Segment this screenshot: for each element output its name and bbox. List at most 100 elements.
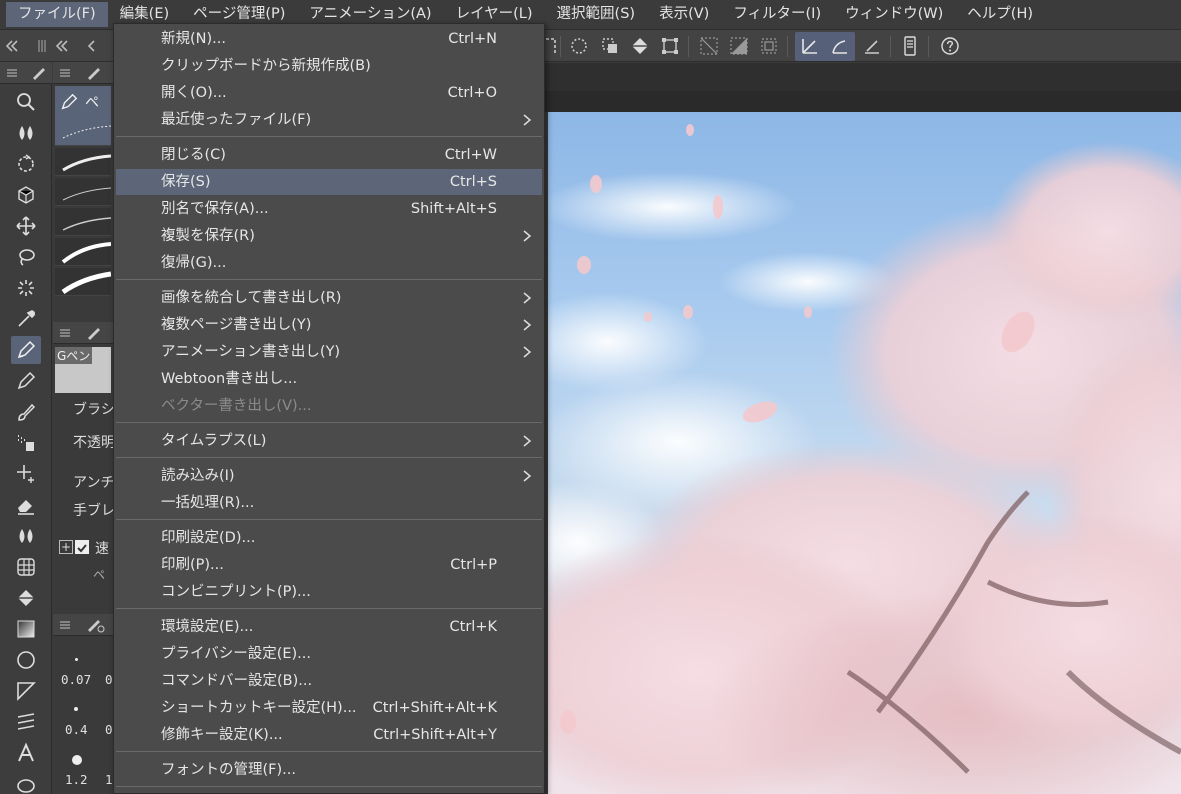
- menu-item-batch-process[interactable]: 一括処理(R)...: [116, 490, 542, 516]
- brush-preset-item[interactable]: [55, 148, 112, 176]
- magic-wand-tool-icon[interactable]: [11, 274, 41, 302]
- brush-size-value[interactable]: 0.4: [65, 722, 88, 737]
- sub-tool-tab-pen[interactable]: ペ: [55, 86, 111, 118]
- menu-item-modifier-key-settings[interactable]: 修飾キー設定(K)... Ctrl+Shift+Alt+Y: [116, 722, 542, 748]
- file-menu-dropdown: 新規(N)... Ctrl+N クリップボードから新規作成(B) 開く(O)...…: [113, 23, 545, 794]
- menu-item-preferences[interactable]: 環境設定(E)... Ctrl+K: [116, 614, 542, 640]
- snap-curve-icon[interactable]: [828, 34, 852, 58]
- ruler-snap-icon[interactable]: [697, 34, 721, 58]
- tablet-icon[interactable]: [898, 34, 922, 58]
- figure-tool-icon[interactable]: [11, 553, 41, 581]
- snap-special-ruler-icon[interactable]: [860, 34, 884, 58]
- menu-separator: [116, 608, 542, 609]
- sub-tool-header: [53, 62, 113, 84]
- menu-item-open[interactable]: 開く(O)... Ctrl+O: [116, 80, 542, 106]
- menu-item-import[interactable]: 読み込み(I): [116, 463, 542, 489]
- menu-item-export-single-layer[interactable]: 画像を統合して書き出し(R): [116, 285, 542, 311]
- object-tool-icon[interactable]: [11, 181, 41, 209]
- menu-item-revert[interactable]: 復帰(G)...: [116, 250, 542, 276]
- brush-size-value[interactable]: 1: [105, 772, 113, 787]
- transform-icon[interactable]: [658, 34, 682, 58]
- gradient-tool-icon[interactable]: [11, 615, 41, 643]
- canvas[interactable]: [548, 112, 1181, 794]
- menu-item-privacy-settings[interactable]: プライバシー設定(E)...: [116, 641, 542, 667]
- menu-item-command-bar-settings[interactable]: コマンドバー設定(B)...: [116, 668, 542, 694]
- menu-item-export-multiple-pages[interactable]: 複数ページ書き出し(Y): [116, 312, 542, 338]
- menu-item-recent-files[interactable]: 最近使ったファイル(F): [116, 107, 542, 133]
- blend-tool-icon[interactable]: [11, 522, 41, 550]
- menu-item-timelapse[interactable]: タイムラプス(L): [116, 428, 542, 454]
- snap-ruler-icon[interactable]: [798, 34, 822, 58]
- check-icon: [77, 544, 87, 553]
- brush-size-value[interactable]: 0.07: [61, 672, 91, 687]
- brush-preset-item[interactable]: [55, 268, 112, 296]
- brush-tool-icon[interactable]: [11, 398, 41, 426]
- menu-separator: [116, 422, 542, 423]
- ellipse-tool-icon[interactable]: [11, 646, 41, 674]
- decoration-tool-icon[interactable]: [11, 460, 41, 488]
- blend-tool-icon[interactable]: [11, 119, 41, 147]
- collapse-left-icon[interactable]: [0, 34, 24, 58]
- menu-item-new-from-clipboard[interactable]: クリップボードから新規作成(B): [116, 53, 542, 79]
- menu-item-manage-fonts[interactable]: フォントの管理(F)...: [116, 757, 542, 783]
- menu-item-save-as[interactable]: 別名で保存(A)... Shift+Alt+S: [116, 196, 542, 222]
- app-window: ファイル(F) 編集(E) ページ管理(P) アニメーション(A) レイヤー(L…: [0, 0, 1181, 794]
- menu-item-save[interactable]: 保存(S) Ctrl+S: [116, 169, 542, 195]
- frame-tool-icon[interactable]: [11, 677, 41, 705]
- collapse-left-icon[interactable]: [50, 34, 74, 58]
- brush-preview-label: Gペン: [55, 347, 93, 364]
- menu-item-shortcut-settings[interactable]: ショートカットキー設定(H)... Ctrl+Shift+Alt+K: [116, 695, 542, 721]
- menu-item-export-webtoon[interactable]: Webtoon書き出し...: [116, 366, 542, 392]
- brush-size-value[interactable]: 0: [105, 672, 113, 687]
- balloon-tool-icon[interactable]: [11, 772, 41, 794]
- menu-item-print-settings[interactable]: 印刷設定(D)...: [116, 525, 542, 551]
- brush-size-value[interactable]: 0: [105, 722, 113, 737]
- menu-item-save-duplicate[interactable]: 複製を保存(R): [116, 223, 542, 249]
- select-all-icon[interactable]: [567, 34, 591, 58]
- menu-item-export-vector: ベクター書き出し(V)...: [161, 398, 312, 414]
- brush-preset-item[interactable]: [55, 238, 112, 266]
- menu-item-close[interactable]: 閉じる(C) Ctrl+W: [116, 142, 542, 168]
- help-icon[interactable]: [938, 34, 962, 58]
- menu-selection[interactable]: 選択範囲(S): [545, 2, 648, 27]
- rotate-tool-icon[interactable]: [11, 150, 41, 178]
- menu-item-print[interactable]: 印刷(P)... Ctrl+P: [116, 552, 542, 578]
- brush-size-value[interactable]: 1.2: [65, 772, 88, 787]
- menu-file[interactable]: ファイル(F): [6, 2, 108, 27]
- menu-item-new[interactable]: 新規(N)... Ctrl+N: [116, 26, 542, 52]
- deselect-icon[interactable]: [598, 34, 622, 58]
- airbrush-tool-icon[interactable]: [11, 429, 41, 457]
- prop-extra: ペ: [93, 568, 106, 582]
- menu-icon: [60, 69, 70, 77]
- lasso-tool-icon[interactable]: [11, 243, 41, 271]
- perspective-icon[interactable]: [727, 34, 751, 58]
- text-tool-icon[interactable]: [11, 739, 41, 767]
- checkbox[interactable]: [75, 540, 89, 554]
- brush-preset-item[interactable]: [55, 118, 112, 146]
- menu-view[interactable]: 表示(V): [647, 2, 721, 27]
- ruler-tool-icon[interactable]: [11, 708, 41, 736]
- chevron-right-icon: [523, 292, 532, 304]
- chevron-left-icon[interactable]: [80, 34, 104, 58]
- move-tool-icon[interactable]: [11, 212, 41, 240]
- menu-separator: [116, 457, 542, 458]
- prop-opacity: 不透明: [73, 435, 115, 451]
- grid-snap-icon[interactable]: [757, 34, 781, 58]
- pencil-tool-icon[interactable]: [11, 367, 41, 395]
- menu-filter[interactable]: フィルター(I): [721, 2, 833, 27]
- eyedropper-tool-icon[interactable]: [11, 305, 41, 333]
- fill-tool-icon[interactable]: [11, 584, 41, 612]
- menu-item-export-animation[interactable]: アニメーション書き出し(Y): [116, 339, 542, 365]
- fill-bucket-icon[interactable]: [628, 34, 652, 58]
- pen-tool-icon[interactable]: [11, 336, 41, 364]
- zoom-tool-icon[interactable]: [11, 88, 41, 116]
- canvas-tab-strip: [544, 63, 1181, 91]
- brush-preset-item[interactable]: [55, 178, 112, 206]
- expand-icon[interactable]: +: [59, 540, 73, 554]
- menu-window[interactable]: ウィンドウ(W): [833, 2, 955, 27]
- menu-separator: [116, 786, 542, 787]
- eraser-tool-icon[interactable]: [11, 491, 41, 519]
- brush-preset-item[interactable]: [55, 208, 112, 236]
- menu-help[interactable]: ヘルプ(H): [955, 2, 1045, 27]
- menu-item-convenience-print[interactable]: コンビニプリント(P)...: [116, 579, 542, 605]
